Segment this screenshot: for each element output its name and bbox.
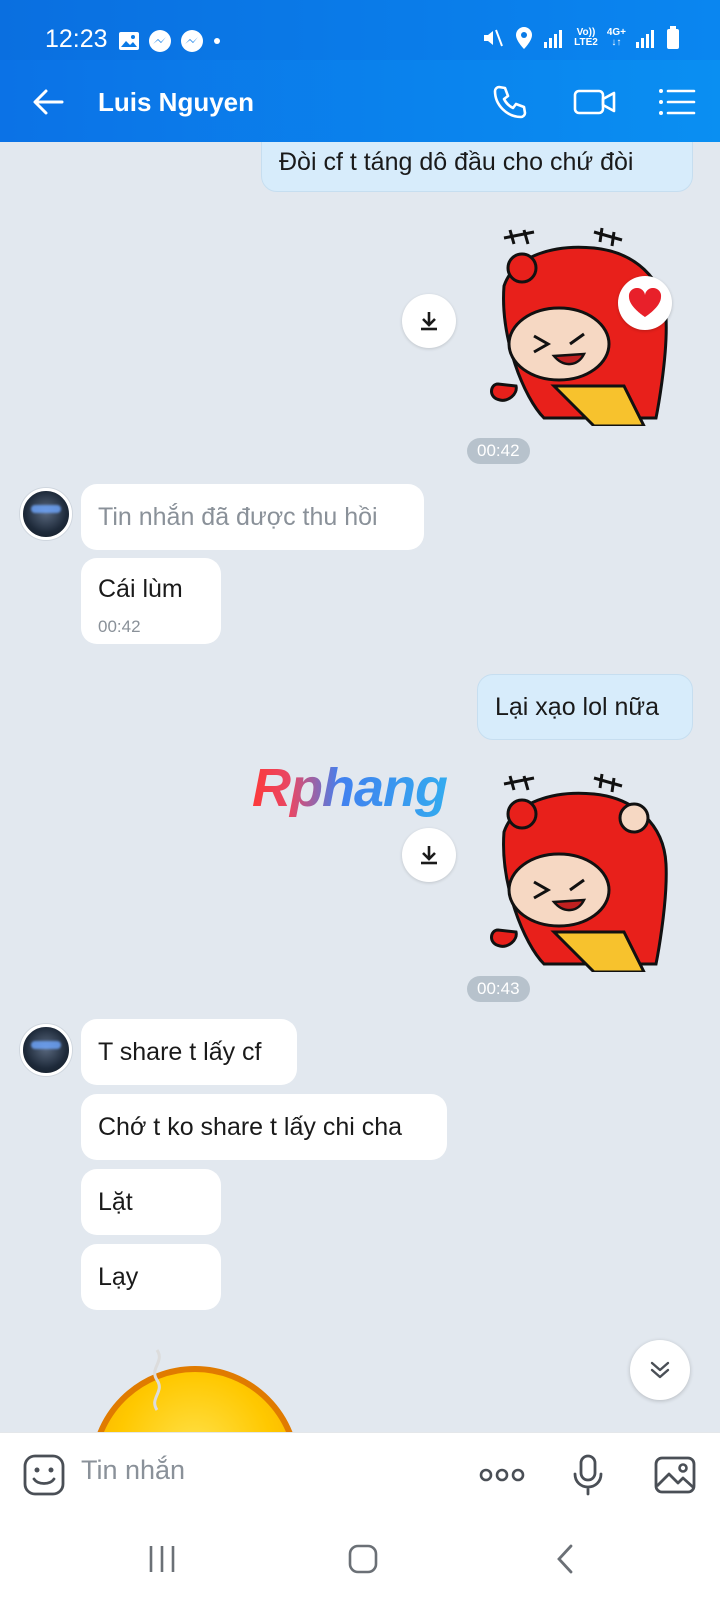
download-button[interactable]: [402, 828, 456, 882]
message-text: Tin nhắn đã được thu hồi: [98, 503, 378, 531]
message-input-bar: Tin nhắn: [0, 1432, 720, 1514]
system-nav-bar: [0, 1514, 720, 1600]
message-text: T share t lấy cf: [98, 1038, 262, 1066]
phone-icon[interactable]: [490, 82, 530, 122]
message-incoming[interactable]: Lặt: [81, 1169, 221, 1235]
download-button[interactable]: [402, 294, 456, 348]
timestamp-pill: 00:42: [467, 438, 530, 464]
message-outgoing[interactable]: Đòi cf t táng dô đầu cho chứ đòi: [261, 142, 693, 192]
network-label: Vo)) LTE2: [574, 27, 598, 48]
message-text: Lạy: [98, 1263, 139, 1291]
signal-icon: [544, 30, 563, 48]
messenger-icon: [149, 30, 171, 52]
message-text: Lại xạo lol nữa: [495, 693, 660, 721]
message-incoming-recalled[interactable]: Tin nhắn đã được thu hồi: [81, 484, 424, 550]
menu-list-icon[interactable]: [656, 82, 696, 122]
message-input[interactable]: Tin nhắn: [81, 1455, 185, 1486]
steam-icon: [153, 1349, 161, 1411]
emoji-sticker[interactable]: [90, 1366, 300, 1432]
video-call-icon[interactable]: [572, 82, 618, 122]
chat-area[interactable]: Đòi cf t táng dô đầu cho chứ đòi 00:42 T…: [0, 142, 720, 1432]
microphone-icon[interactable]: [566, 1453, 610, 1497]
message-incoming[interactable]: Lạy: [81, 1244, 221, 1310]
download-icon: [421, 846, 437, 865]
heart-icon: [628, 288, 662, 317]
message-outgoing[interactable]: Lại xạo lol nữa: [477, 674, 693, 740]
message-time: 00:42: [98, 617, 141, 636]
contact-name[interactable]: Luis Nguyen: [98, 87, 254, 118]
message-text: Lặt: [98, 1188, 133, 1216]
status-bar: 12:23 Vo)) LTE2 4G+ ↓↑: [0, 0, 720, 60]
sticker-emoji-icon[interactable]: [22, 1453, 66, 1497]
message-text: Cái lùm: [98, 575, 183, 603]
image-gallery-icon[interactable]: [653, 1453, 697, 1497]
download-icon: [421, 312, 437, 331]
back-icon[interactable]: [549, 1542, 583, 1576]
status-time: 12:23: [45, 25, 108, 53]
timestamp-pill: 00:43: [467, 976, 530, 1002]
generation-label: 4G+ ↓↑: [606, 27, 626, 48]
messenger-icon: [181, 30, 203, 52]
avatar[interactable]: [20, 1024, 72, 1076]
home-icon[interactable]: [346, 1542, 380, 1576]
recent-apps-icon[interactable]: [145, 1542, 179, 1576]
message-incoming[interactable]: Cái lùm 00:42: [81, 558, 221, 644]
back-arrow-icon[interactable]: [30, 84, 66, 120]
reaction-badge[interactable]: [618, 276, 672, 330]
message-text: Chớ t ko share t lấy chi cha: [98, 1113, 403, 1141]
message-text: Đòi cf t táng dô đầu cho chứ đòi: [279, 148, 634, 176]
more-options-icon[interactable]: [478, 1453, 526, 1497]
gallery-icon: [119, 32, 139, 50]
chat-header: Luis Nguyen: [0, 60, 720, 142]
message-incoming[interactable]: T share t lấy cf: [81, 1019, 297, 1085]
avatar[interactable]: [20, 488, 72, 540]
battery-icon: [667, 26, 679, 49]
watermark-logo: Rphang: [252, 758, 448, 818]
message-incoming[interactable]: Chớ t ko share t lấy chi cha: [81, 1094, 447, 1160]
double-chevron-down-icon: [650, 1361, 670, 1379]
scroll-to-bottom-button[interactable]: [630, 1340, 690, 1400]
location-icon: [516, 27, 533, 49]
signal-icon: [636, 30, 654, 48]
mute-icon: [484, 29, 504, 47]
dot-icon: [214, 38, 220, 44]
monkey-sticker[interactable]: [484, 772, 674, 972]
